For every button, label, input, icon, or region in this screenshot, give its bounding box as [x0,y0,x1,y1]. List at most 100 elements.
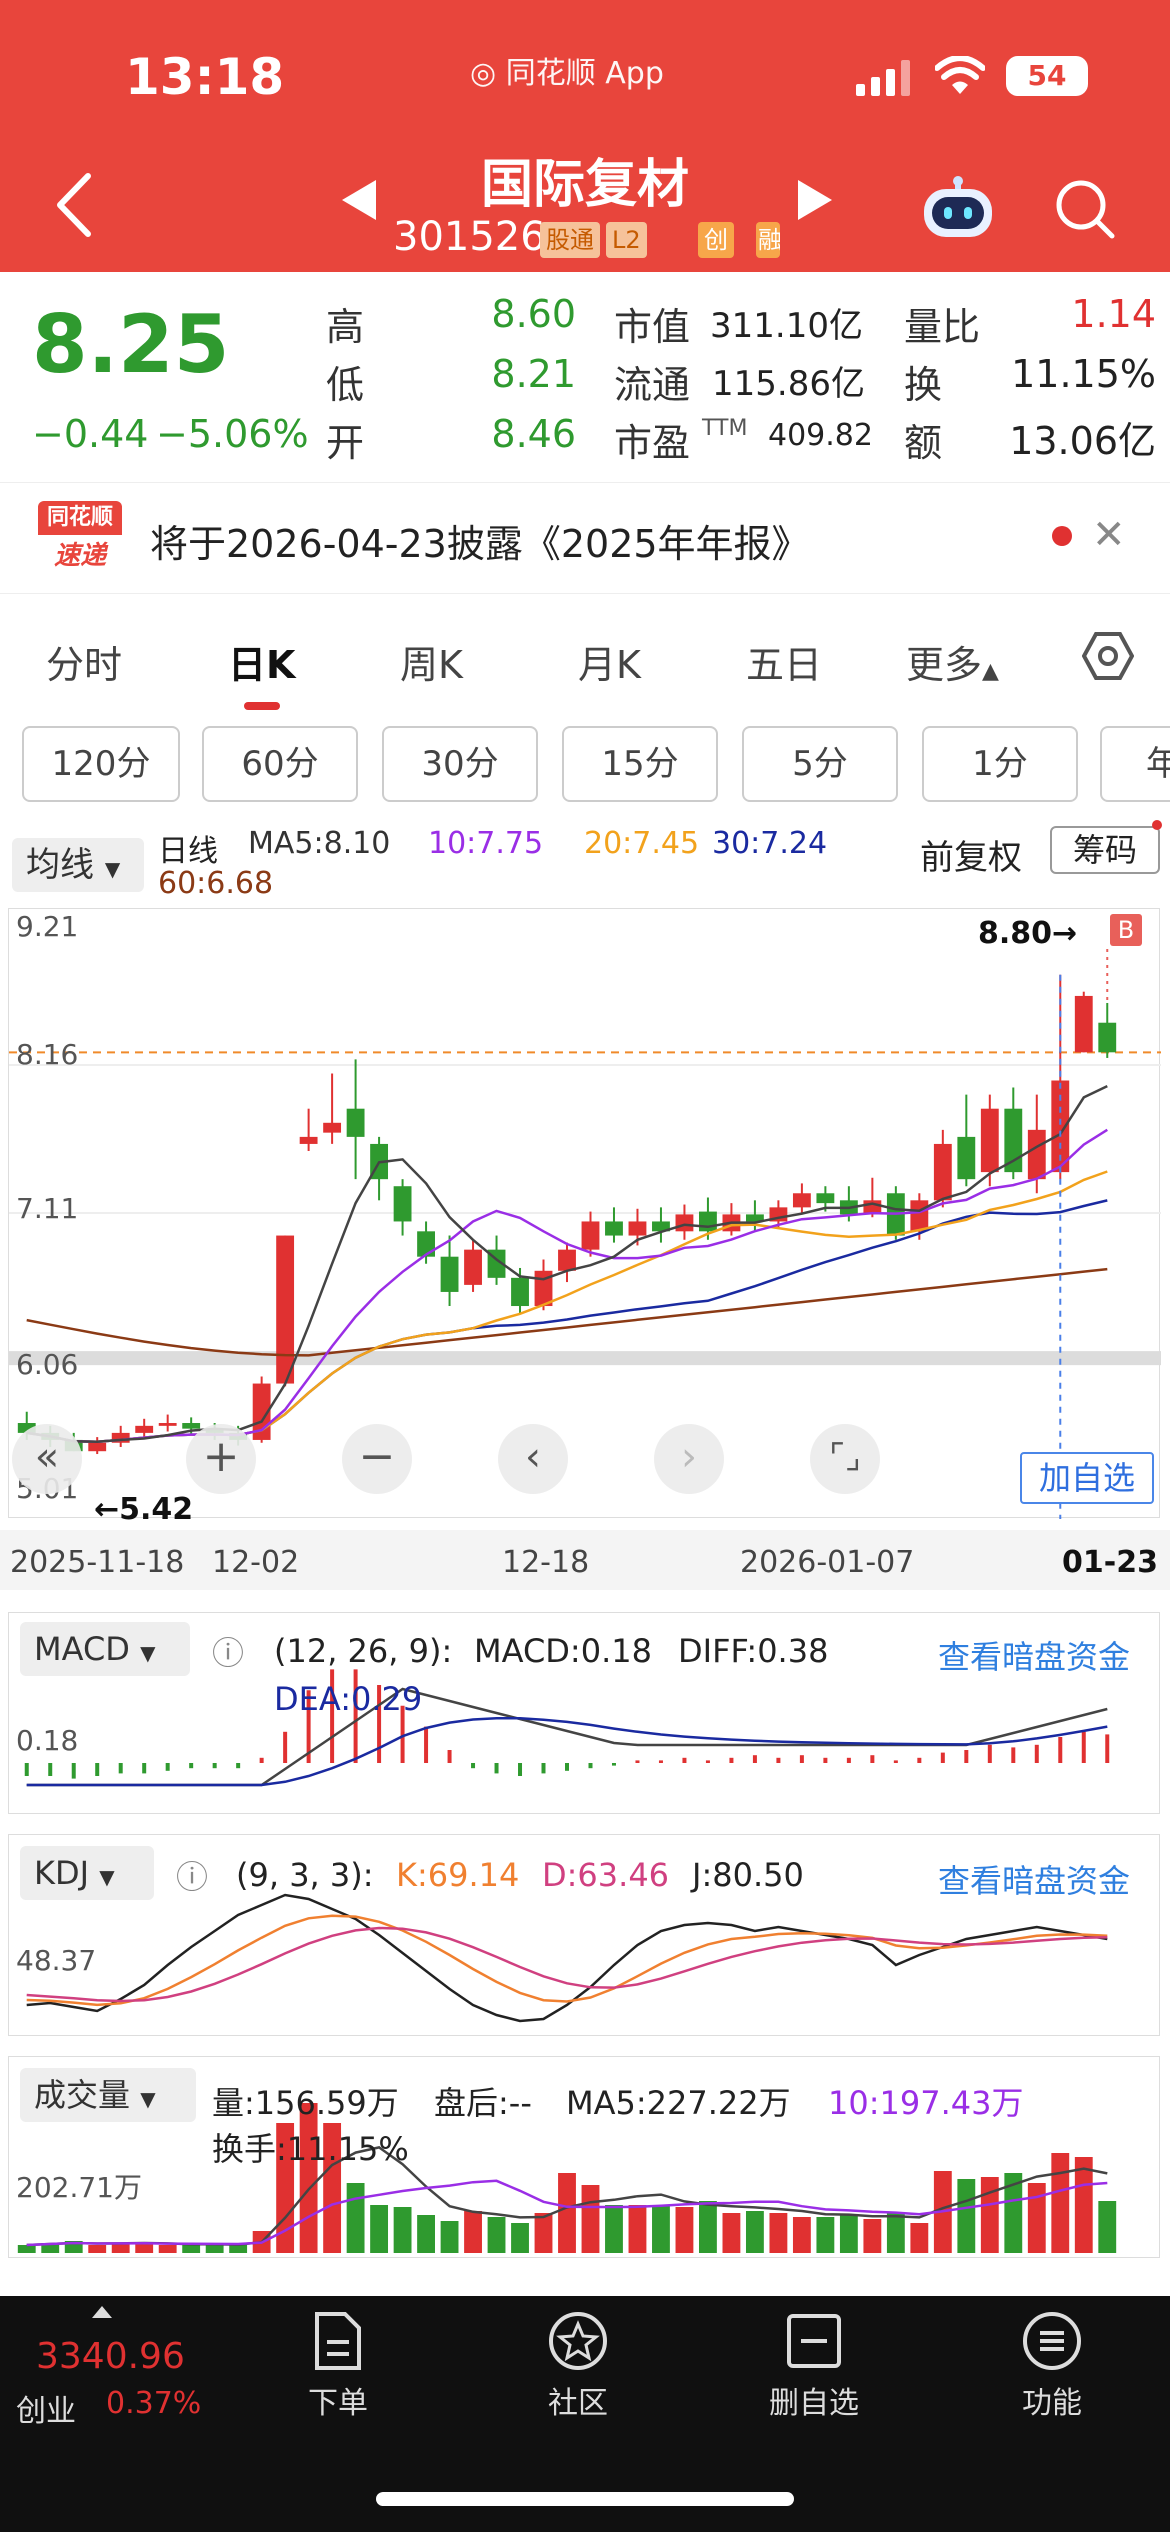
tab-more[interactable]: 更多▲ [906,634,999,689]
search-icon[interactable] [1054,178,1116,240]
candle-up [323,1122,342,1133]
nav-community[interactable]: 社区 [508,2310,648,2422]
macd-y-label: 0.18 [16,1724,79,1757]
d-line [26,1926,1108,2003]
nav-label: 下单 [308,2386,368,2421]
notice-text: 将于2026-04-23披露《2025年年报》 [150,522,810,566]
ma-select-label: 均线 [26,845,94,885]
macd-value: MACD:0.18 [474,1632,652,1670]
volume-bar [417,2215,435,2253]
interval-60m-button[interactable]: 60分 [202,726,358,802]
float-label: 流通 [614,363,691,407]
add-watchlist-button[interactable]: 加自选 [1020,1452,1154,1504]
tab-intraday[interactable]: 分时 [46,634,122,689]
tab-five-day[interactable]: 五日 [746,634,822,689]
tab-more-label: 更多 [906,643,983,687]
kdj-select-label: KDJ [34,1854,90,1892]
volume-bar [393,2207,412,2253]
tab-daily-k[interactable]: 日K [228,634,295,689]
amount-label: 额 [904,421,943,465]
nav-place-order[interactable]: 下单 [268,2310,408,2422]
volume-bar [980,2177,999,2253]
zoom-out-icon[interactable]: − [342,1424,412,1494]
interval-30m-button[interactable]: 30分 [382,726,538,802]
expand-up-icon[interactable] [92,2306,112,2318]
candle-up [276,1235,295,1384]
earnings-notice-banner[interactable]: 同花顺 速递 将于2026-04-23披露《2025年年报》 [0,482,1170,594]
zoom-in-icon[interactable]: + [186,1424,256,1494]
fullscreen-icon[interactable]: ⌜⌟ [810,1424,880,1494]
close-icon[interactable]: ✕ [1092,512,1126,558]
pan-right-icon[interactable]: › [654,1424,724,1494]
interval-5m-button[interactable]: 5分 [742,726,898,802]
volume-bar [464,2211,482,2253]
dark-pool-link[interactable]: 查看暗盘资金 [938,1632,1130,1678]
pe-superscript: TTM [702,416,748,441]
indicator-select-ma[interactable]: 均线 ▼ [12,838,144,892]
date-label-3: 12-18 [502,1545,590,1580]
triangle-up-icon: ▲ [982,659,999,684]
pan-left-icon[interactable]: ‹ [498,1424,568,1494]
settings-hexagon-icon[interactable] [1082,630,1134,682]
interval-year-button[interactable]: 年 [1100,726,1170,802]
chevron-down-icon: ▼ [104,857,121,881]
amount-value: 13.06亿 [1009,419,1156,463]
notice-unread-dot [1052,526,1072,546]
help-icon[interactable]: ⓘ [212,1628,244,1674]
candlestick-svg [9,949,1161,1519]
volume-bar [628,2205,647,2253]
candlestick-chart[interactable] [8,908,1161,1519]
candle-up [628,1221,647,1236]
active-tab-indicator [244,702,280,710]
tab-weekly-k[interactable]: 周K [400,634,463,689]
dark-pool-link[interactable]: 查看暗盘资金 [938,1856,1130,1902]
high-marker: 8.80→ [978,916,1078,951]
mktcap-label: 市值 [614,305,691,349]
candle-up [135,1425,154,1433]
chips-red-dot [1152,820,1162,830]
interval-120m-button[interactable]: 120分 [22,726,180,802]
candle-down [182,1423,201,1429]
candle-down [1098,1022,1117,1053]
volume-bar [605,2205,623,2253]
candle-down [816,1193,835,1204]
ai-robot-icon[interactable] [920,175,996,241]
prev-stock-arrow-icon[interactable] [342,180,376,220]
indicator-select-volume[interactable]: 成交量 ▼ [20,2068,196,2122]
tag-margin: 融 [756,222,780,258]
index-value[interactable]: 3340.96 [36,2336,185,2377]
open-value: 8.46 [491,412,576,456]
volume-bar [652,2205,670,2253]
indicator-select-macd[interactable]: MACD ▼ [20,1622,190,1676]
next-stock-arrow-icon[interactable] [798,180,832,220]
candle-up [675,1214,694,1232]
candle-up [581,1221,600,1250]
date-label-5: 01-23 [1062,1545,1158,1580]
volume-bar [534,2213,553,2253]
remove-box-icon [787,2314,841,2368]
interval-1m-button[interactable]: 1分 [922,726,1078,802]
nav-remove-watchlist[interactable]: 删自选 [744,2310,884,2422]
chips-button[interactable]: 筹码 [1050,826,1160,874]
volratio-label: 量比 [904,305,981,349]
volume-bar [1027,2183,1046,2253]
interval-15m-button[interactable]: 15分 [562,726,718,802]
nav-functions[interactable]: 功能 [982,2310,1122,2422]
candle-down [511,1277,529,1307]
high-value: 8.60 [491,292,576,336]
low-value: 8.21 [491,352,576,396]
volume-bar [839,2215,858,2253]
help-icon[interactable]: ⓘ [176,1852,208,1898]
adjust-mode[interactable]: 前复权 [920,830,1022,879]
double-left-icon[interactable]: « [12,1424,82,1494]
buy-marker: B [1110,914,1142,946]
low-label: 低 [326,363,365,407]
volume-bar [346,2183,365,2253]
y-axis-label-3: 7.11 [16,1192,79,1225]
volume-bar [17,2245,36,2253]
volume-bar [511,2223,529,2253]
after-hours-value: 盘后:-- [434,2084,532,2122]
indicator-select-kdj[interactable]: KDJ ▼ [20,1846,154,1900]
volume-y-label: 202.71万 [16,2171,142,2204]
tab-monthly-k[interactable]: 月K [578,634,641,689]
